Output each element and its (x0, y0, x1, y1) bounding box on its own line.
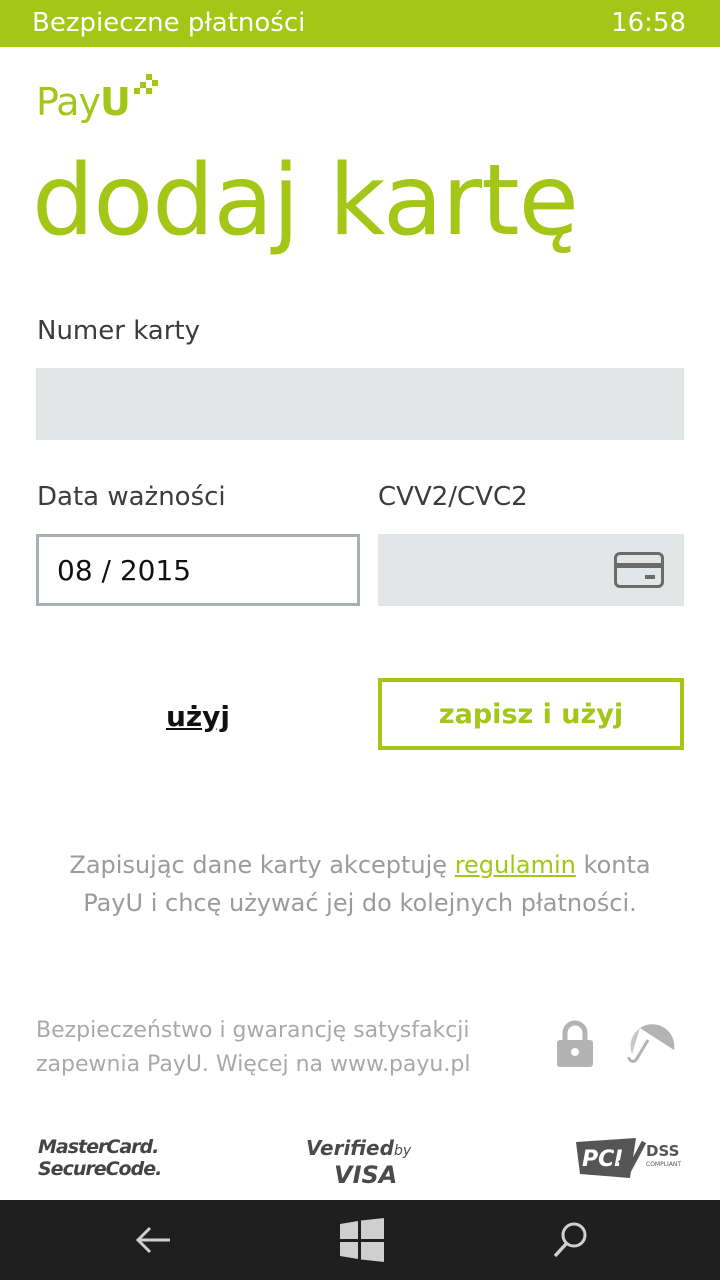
status-title: Bezpieczne płatności (32, 8, 306, 38)
svg-text:COMPLIANT: COMPLIANT (646, 1161, 681, 1168)
save-and-use-button[interactable]: zapisz i użyj (378, 678, 684, 750)
windows-icon[interactable] (340, 1218, 384, 1262)
payu-logo: PayU (36, 74, 166, 138)
expiry-date-field[interactable] (36, 534, 360, 606)
terms-link[interactable]: regulamin (455, 851, 576, 879)
cvv-label: CVV2/CVC2 (378, 482, 528, 512)
payu-logo-text: PayU (36, 80, 131, 124)
umbrella-icon (627, 1024, 675, 1063)
lock-icon (557, 1020, 593, 1067)
navigation-bar (0, 1200, 720, 1280)
use-button[interactable]: użyj (36, 680, 360, 752)
status-bar: Bezpieczne płatności 16:58 (0, 0, 720, 47)
terms-text: Zapisując dane karty akceptuję regulamin… (69, 851, 651, 917)
back-arrow-icon[interactable] (134, 1220, 174, 1260)
status-time: 16:58 (611, 8, 686, 38)
verified-by-visa-logo: Verifiedby VISA (306, 1136, 412, 1189)
svg-text:DSS: DSS (646, 1142, 679, 1160)
mastercard-securecode-logo: MasterCard. SecureCode. (38, 1136, 162, 1180)
pci-dss-logo: PCI DSS COMPLIANT (576, 1138, 681, 1178)
card-number-field[interactable] (36, 368, 684, 440)
credit-card-icon (614, 552, 664, 588)
security-text: Bezpieczeństwo i gwarancję satysfakcji z… (36, 1018, 471, 1077)
page-title: dodaj kartę (32, 144, 579, 258)
card-number-label: Numer karty (37, 316, 201, 346)
search-icon[interactable] (552, 1220, 590, 1260)
expiry-date-label: Data ważności (37, 482, 226, 512)
svg-text:PCI: PCI (582, 1147, 622, 1172)
